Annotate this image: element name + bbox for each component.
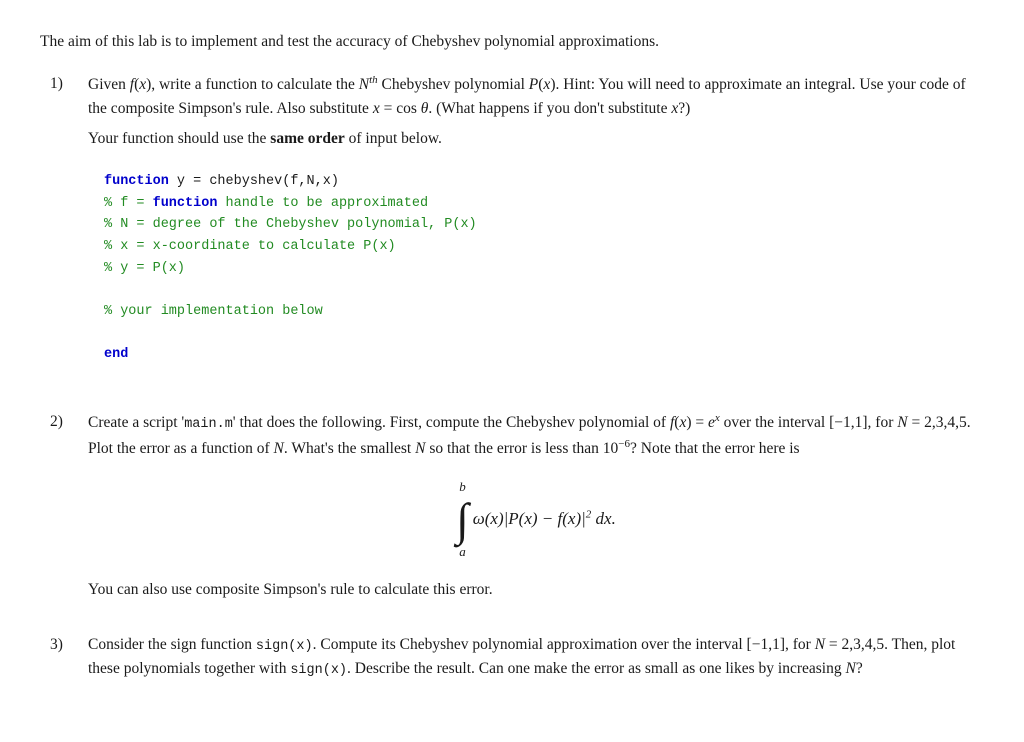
question-1: 1) Given f(x), write a function to calcu… (40, 72, 984, 386)
intro-text: The aim of this lab is to implement and … (40, 30, 984, 54)
lower-bound: a (459, 542, 466, 562)
question-3: 3) Consider the sign function sign(x). C… (40, 633, 984, 689)
comment-n: % N = degree of the Chebyshev polynomial… (104, 217, 477, 232)
q2-para1: Create a script 'main.m' that does the f… (88, 410, 984, 461)
code-signature: y = chebyshev(f,N,x) (169, 174, 339, 189)
question-2: 2) Create a script 'main.m' that does th… (40, 410, 984, 609)
comment-f-rest: handle to be approximated (217, 196, 428, 211)
code-line-2: % f = function handle to be approximated (104, 193, 968, 215)
code-line-blank1 (104, 279, 968, 301)
q2-number: 2) (50, 410, 88, 434)
integral-expression: ω(x)|P(x) − f(x)|2 dx. (473, 506, 616, 532)
q1-para2: Your function should use the same order … (88, 127, 984, 151)
keyword-function: function (104, 174, 169, 189)
keyword-function-2: function (153, 196, 218, 211)
comment-y: % y = P(x) (104, 261, 185, 276)
code-line-1: function y = chebyshev(f,N,x) (104, 171, 968, 193)
code-line-impl: % your implementation below (104, 301, 968, 323)
code-line-end: end (104, 344, 968, 366)
question-2-content: 2) Create a script 'main.m' that does th… (50, 410, 984, 609)
q1-para1: Given f(x), write a function to calculat… (88, 72, 984, 121)
q3-para1: Consider the sign function sign(x). Comp… (88, 633, 984, 683)
question-3-content: 3) Consider the sign function sign(x). C… (50, 633, 984, 689)
code-line-5: % y = P(x) (104, 258, 968, 280)
q1-text: Given f(x), write a function to calculat… (88, 72, 984, 386)
code-line-blank2 (104, 322, 968, 344)
code-line-3: % N = degree of the Chebyshev polynomial… (104, 214, 968, 236)
comment-impl: % your implementation below (104, 304, 323, 319)
comment-x: % x = x-coordinate to calculate P(x) (104, 239, 396, 254)
code-line-4: % x = x-coordinate to calculate P(x) (104, 236, 968, 258)
keyword-end: end (104, 347, 128, 362)
q2-para2: You can also use composite Simpson's rul… (88, 578, 984, 602)
integral-display: b ∫ a ω(x)|P(x) − f(x)|2 dx. (88, 477, 984, 563)
comment-f: % f = (104, 196, 153, 211)
q3-text: Consider the sign function sign(x). Comp… (88, 633, 984, 689)
integral-symbol: ∫ (456, 499, 469, 540)
q1-number: 1) (50, 72, 88, 96)
question-1-content: 1) Given f(x), write a function to calcu… (50, 72, 984, 386)
q3-number: 3) (50, 633, 88, 657)
code-block-1: function y = chebyshev(f,N,x) % f = func… (88, 161, 984, 375)
q2-text: Create a script 'main.m' that does the f… (88, 410, 984, 609)
